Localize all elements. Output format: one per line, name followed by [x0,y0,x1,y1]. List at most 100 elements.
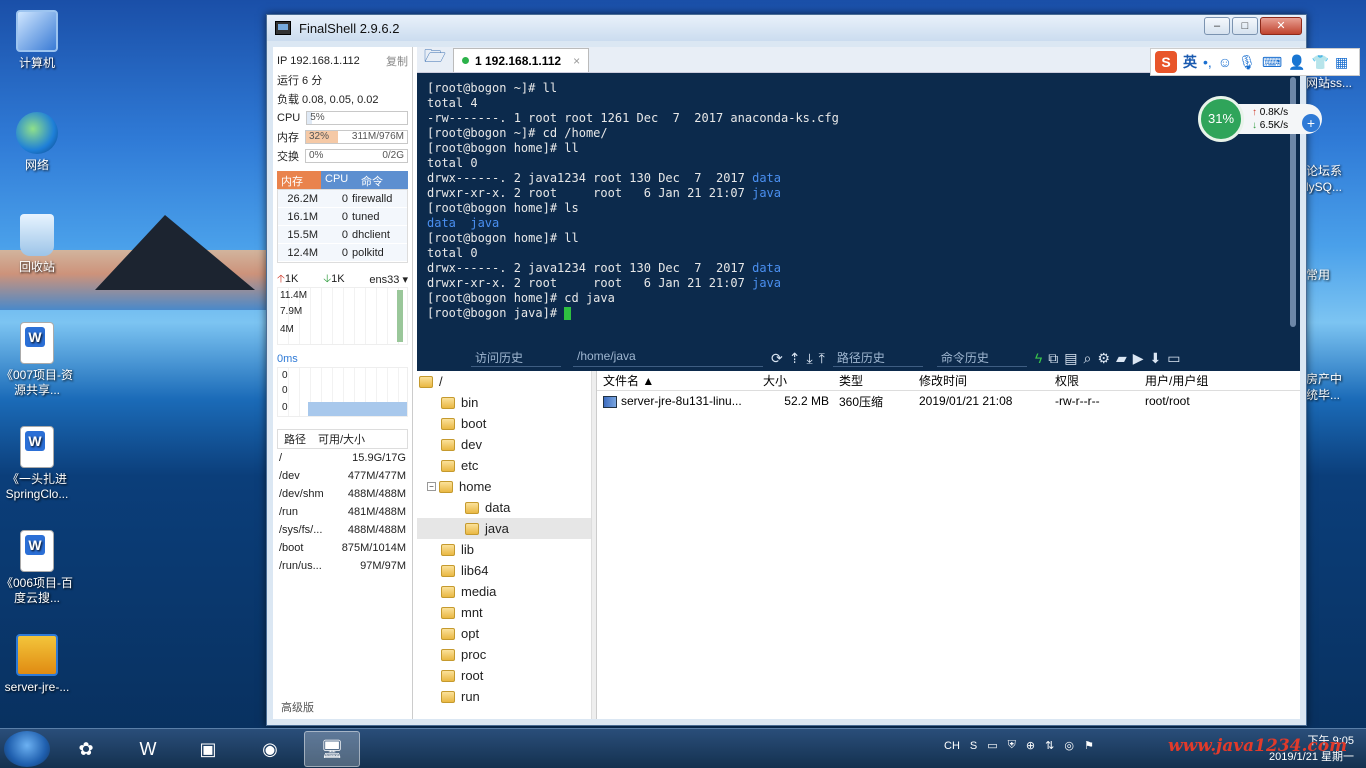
tree-node[interactable]: media [417,581,596,602]
tree-node-home[interactable]: − home [417,476,596,497]
tree-node[interactable]: lib64 [417,560,596,581]
up-directory-icon[interactable]: ⇡ [789,350,801,367]
security-icon[interactable]: ◎ [1064,739,1074,752]
col-header-owner[interactable]: 用户/用户组 [1139,372,1259,389]
minimize-button[interactable]: – [1204,17,1230,35]
command-history-button[interactable]: 命令历史 [936,349,1027,367]
lightning-icon[interactable]: ϟ [1035,350,1042,367]
session-tab[interactable]: 1 192.168.1.112 × [453,48,590,72]
arrow-down-icon[interactable]: ⬇ [1150,350,1162,367]
terminal[interactable]: [root@bogon ~]# ll total 4 -rw-------. 1 r… [417,73,1300,345]
ime-language-toggle[interactable]: 英 [1183,52,1197,72]
memory-usage-circle[interactable]: 31% [1198,96,1244,142]
tree-node[interactable]: opt [417,623,596,644]
tree-node[interactable]: run [417,686,596,707]
desktop-icon-recycle-bin[interactable]: 回收站 [0,214,74,275]
tree-node[interactable]: proc [417,644,596,665]
disk-row[interactable]: /dev/shm 488M/488M [277,485,408,503]
tree-node-root[interactable]: / [417,371,596,392]
taskbar-app-chrome[interactable]: ◉ [242,731,298,767]
shirt-icon[interactable]: 👕 [1312,54,1329,71]
disk-row[interactable]: /15.9G/17G [277,449,408,467]
tree-node[interactable]: root [417,665,596,686]
process-row[interactable]: 16.1M 0 tuned [278,208,407,226]
desktop-icon-doc-007[interactable]: 《007项目-资源共享... [0,322,74,398]
tree-node[interactable]: dev [417,434,596,455]
path-history-button[interactable]: 路径历史 [832,349,923,367]
user-icon[interactable]: 👤 [1288,54,1305,71]
col-header-mtime[interactable]: 修改时间 [913,372,1049,389]
tree-node[interactable]: lib [417,539,596,560]
play-icon[interactable]: ▶ [1133,350,1144,367]
collapse-icon[interactable]: − [427,482,436,491]
display-icon[interactable]: ▭ [987,739,997,752]
gear-icon[interactable]: ⚙ [1097,350,1110,367]
copy-icon[interactable]: ⧉ [1048,350,1058,367]
interface-select[interactable]: ens33 ▾ [369,273,408,286]
disk-row[interactable]: /dev 477M/477M [277,467,408,485]
tree-node-selected[interactable]: java [417,518,596,539]
desktop-edge-label[interactable]: 论坛系 [1306,164,1366,179]
desktop-edge-label[interactable]: 常用 [1306,268,1366,283]
title-bar[interactable]: FinalShell 2.9.6.2 – □ ✕ [267,15,1306,41]
ime-toolbar[interactable]: S 英 •, ☺ 🎙 ⌨ 👤 👕 ▦ [1150,48,1360,76]
copy-ip-button[interactable]: 复制 [386,53,408,69]
paste-icon[interactable]: ▤ [1064,350,1077,367]
tree-node[interactable]: etc [417,455,596,476]
advanced-edition-link[interactable]: 高级版 [281,699,314,715]
disk-row[interactable]: /boot 875M/1014M [277,539,408,557]
col-header-size[interactable]: 大小 [757,372,833,389]
desktop-icon-server-jre[interactable]: server-jre-... [0,634,74,695]
col-header-permission[interactable]: 权限 [1049,372,1139,389]
taskbar-app-finalshell[interactable]: 🖥 [304,731,360,767]
process-row[interactable]: 15.5M 0 dhclient [278,226,407,244]
desktop-edge-label[interactable]: lySQ... [1306,180,1366,195]
grid-icon[interactable]: ▦ [1335,54,1348,71]
desktop-icon-computer[interactable]: 计算机 [0,10,74,71]
tree-node[interactable]: data [417,497,596,518]
close-tab-icon[interactable]: × [573,54,580,68]
net-speed-widget[interactable]: ↑ 0.8K/s ↓ 6.5K/s + 31% [1198,96,1324,142]
search-icon[interactable]: ⌕ [1084,350,1092,367]
sogou-tray-icon[interactable]: S [970,740,977,752]
desktop-icon-network[interactable]: 网络 [0,112,74,173]
open-folder-icon[interactable]: 🗁 [417,46,453,72]
visit-history-button[interactable]: 访问历史 [471,349,561,367]
col-header-type[interactable]: 类型 [833,372,913,389]
maximize-button[interactable]: □ [1232,17,1258,35]
taskbar-app-folder[interactable]: ▣ [180,731,236,767]
taskbar-app-wps[interactable]: W [120,731,176,767]
plus-tray-icon[interactable]: ⊕ [1026,739,1035,752]
desktop-edge-label[interactable]: 房产中 [1306,372,1366,387]
punctuation-icon[interactable]: •, [1203,54,1212,70]
disk-row[interactable]: /run 481M/488M [277,503,408,521]
plus-icon[interactable]: + [1302,114,1320,132]
keyboard-icon[interactable]: ⌨ [1262,54,1282,71]
refresh-icon[interactable]: ⟳ [771,350,783,367]
col-header-name[interactable]: 文件名 ▲ [597,372,757,389]
current-path-field[interactable]: /home/java [573,349,763,367]
proc-header-mem[interactable]: 内存 [277,171,321,189]
start-button[interactable] [4,731,50,767]
disk-row[interactable]: /run/us... 97M/97M [277,557,408,575]
folder-icon[interactable]: ▰ [1116,350,1127,367]
shield-icon[interactable]: ⛨ [1008,739,1016,752]
process-row[interactable]: 26.2M 0 firewalld [278,190,407,208]
tree-node[interactable]: bin [417,392,596,413]
tree-node[interactable]: mnt [417,602,596,623]
proc-header-cpu[interactable]: CPU [321,171,357,189]
flag-icon[interactable]: ⚑ [1084,739,1094,752]
input-language-indicator[interactable]: CH [944,740,960,752]
taskbar-app-pinwheel[interactable]: ✿ [58,731,114,767]
sogou-ime-logo[interactable]: S [1155,51,1177,73]
desktop-icon-doc-springcloud[interactable]: 《一头扎进SpringClo... [0,426,74,502]
microphone-icon[interactable]: 🎙 [1238,54,1256,71]
process-row[interactable]: 12.4M 0 polkitd [278,244,407,262]
desktop-edge-label[interactable]: 统毕... [1306,388,1366,403]
file-row[interactable]: server-jre-8u131-linu... 52.2 MB 360压缩 2… [597,391,1300,411]
download-icon[interactable]: ⤓ [806,350,812,367]
window-icon[interactable]: ▭ [1167,350,1180,367]
network-tray-icon[interactable]: ⇅ [1045,739,1054,752]
emoji-icon[interactable]: ☺ [1218,54,1232,70]
proc-header-cmd[interactable]: 命令 [357,171,408,189]
